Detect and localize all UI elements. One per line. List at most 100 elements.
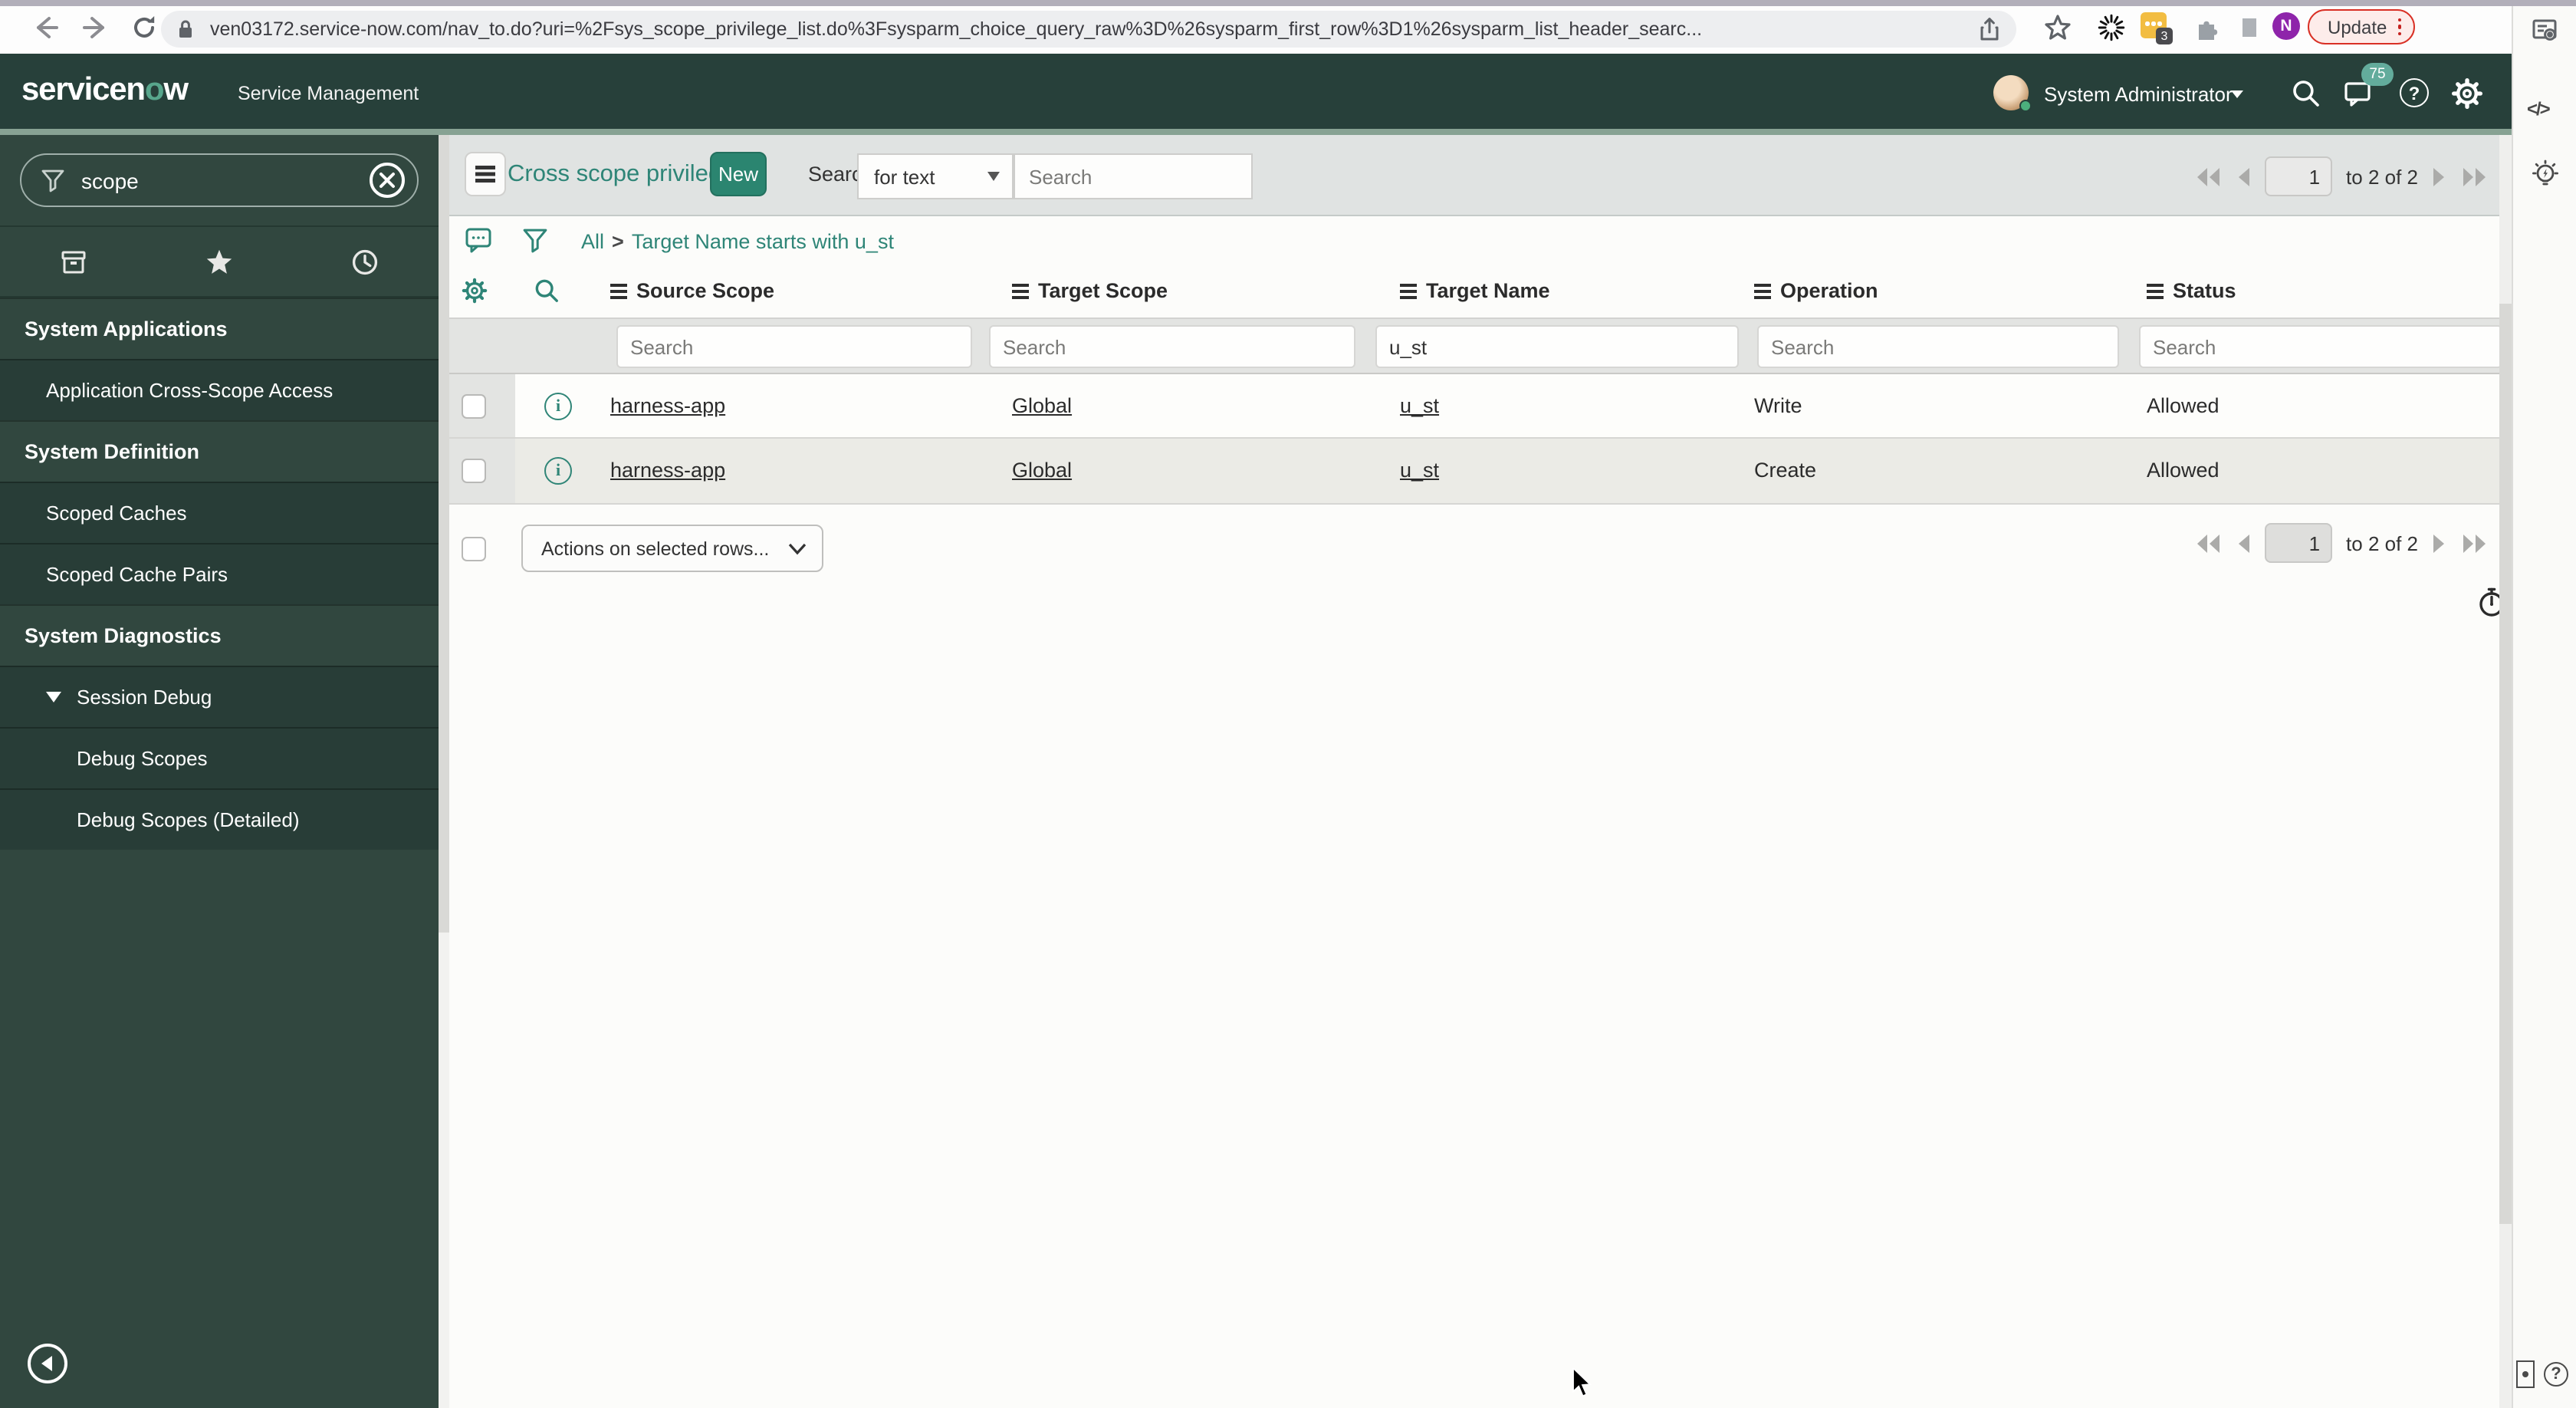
actions-on-selected-rows-select[interactable]: Actions on selected rows... (521, 525, 823, 572)
collapse-navigator-button[interactable] (28, 1344, 67, 1383)
tab-favorites[interactable] (146, 227, 293, 296)
cell-target-scope-link[interactable]: Global (1012, 459, 1072, 482)
nav-module-session-debug[interactable]: Session Debug (0, 666, 439, 727)
global-search-icon[interactable] (2291, 78, 2321, 109)
filter-input-source-scope[interactable] (616, 325, 972, 368)
cell-source-scope-link[interactable]: harness-app (610, 459, 725, 482)
url-input[interactable] (207, 17, 1978, 41)
filter-input-operation[interactable] (1757, 325, 2119, 368)
next-page-button[interactable] (2432, 166, 2447, 186)
cell-operation: Write (1754, 394, 1802, 417)
list-scrollbar-thumb[interactable] (2499, 304, 2512, 1224)
list-controls-menu-button[interactable] (465, 152, 506, 196)
scroll-handle-icon[interactable] (2516, 1360, 2535, 1388)
row-range-label: to 2 of 2 (2346, 531, 2418, 554)
browser-back-button[interactable] (31, 12, 61, 43)
extension-notes-icon[interactable]: 3 (2141, 12, 2173, 44)
column-menu-icon[interactable] (610, 283, 627, 298)
page-row-input[interactable] (2265, 523, 2333, 563)
tab-all-applications[interactable] (0, 227, 146, 296)
browser-profile-avatar[interactable]: N (2272, 12, 2300, 40)
navigator-filter-input[interactable] (78, 166, 370, 194)
previous-page-button[interactable] (2236, 166, 2251, 186)
column-header-target-scope[interactable]: Target Scope (1012, 279, 1168, 302)
browser-reload-button[interactable] (129, 12, 159, 43)
address-bar[interactable] (161, 11, 2016, 48)
select-all-checkbox[interactable] (462, 537, 486, 561)
last-page-button[interactable] (2461, 533, 2487, 553)
navigator-scrollbar[interactable] (439, 135, 449, 1408)
first-page-button[interactable] (2196, 166, 2222, 186)
filter-input-target-name[interactable] (1375, 325, 1739, 368)
last-page-button[interactable] (2461, 166, 2487, 186)
column-header-source-scope[interactable]: Source Scope (610, 279, 774, 302)
cell-target-scope-link[interactable]: Global (1012, 394, 1072, 417)
cell-target-name-link[interactable]: u_st (1400, 394, 1439, 417)
product-name: Service Management (238, 83, 419, 104)
column-menu-icon[interactable] (2147, 283, 2164, 298)
cell-source-scope-link[interactable]: harness-app (610, 394, 725, 417)
nav-app-system-diagnostics[interactable]: System Diagnostics (0, 604, 439, 666)
filter-icon[interactable] (523, 227, 547, 255)
user-menu-caret-icon[interactable] (2231, 90, 2243, 98)
list-chat-icon[interactable] (465, 227, 492, 255)
page-row-input[interactable] (2265, 156, 2333, 196)
filter-input-target-scope[interactable] (989, 325, 1355, 368)
record-preview-icon[interactable]: i (544, 457, 572, 485)
breadcrumb-all-link[interactable]: All (581, 229, 604, 252)
nav-module-application-cross-scope-access[interactable]: Application Cross-Scope Access (0, 359, 439, 420)
reading-list-panel-icon[interactable] (2530, 15, 2561, 46)
tab-history[interactable] (292, 227, 439, 296)
nav-module-scoped-caches[interactable]: Scoped Caches (0, 482, 439, 543)
extensions-puzzle-icon[interactable] (2193, 14, 2220, 41)
filter-input-status[interactable] (2139, 325, 2502, 368)
cell-target-name-link[interactable]: u_st (1400, 459, 1439, 482)
column-header-row: Source Scope Target Scope Target Name Op… (449, 265, 2499, 317)
nav-module-scoped-cache-pairs[interactable]: Scoped Cache Pairs (0, 543, 439, 604)
page-help-icon[interactable]: ? (2544, 1362, 2568, 1387)
row-checkbox[interactable] (462, 394, 486, 419)
navigator-scrollbar-thumb[interactable] (439, 135, 449, 933)
browser-forward-button[interactable] (80, 12, 110, 43)
first-page-button[interactable] (2196, 533, 2222, 553)
column-header-operation[interactable]: Operation (1754, 279, 1878, 302)
list-scrollbar[interactable] (2499, 135, 2512, 1408)
column-header-target-name[interactable]: Target Name (1400, 279, 1550, 302)
column-menu-icon[interactable] (1012, 283, 1029, 298)
clear-filter-icon[interactable] (370, 163, 405, 198)
servicenow-logo[interactable]: servicenow (21, 72, 189, 109)
personalize-list-gear-icon[interactable] (462, 278, 488, 304)
browser-update-button[interactable]: Update (2308, 9, 2416, 44)
column-menu-icon[interactable] (1754, 283, 1771, 298)
help-icon[interactable]: ? (2400, 78, 2429, 107)
user-menu[interactable]: System Administrator (2044, 83, 2233, 106)
user-avatar[interactable] (1993, 75, 2032, 112)
column-header-status[interactable]: Status (2147, 279, 2236, 302)
nav-app-system-applications[interactable]: System Applications (0, 298, 439, 359)
row-checkbox[interactable] (462, 459, 486, 483)
idea-lightbulb-icon[interactable] (2530, 160, 2561, 190)
extension-spinner-icon[interactable] (2098, 14, 2125, 41)
side-panel-toggle-icon[interactable] (2236, 14, 2263, 41)
previous-page-button[interactable] (2236, 533, 2251, 553)
column-menu-icon[interactable] (1400, 283, 1417, 298)
record-preview-icon[interactable]: i (544, 393, 572, 420)
bookmark-star-icon[interactable] (2042, 12, 2073, 43)
expanded-caret-icon[interactable] (46, 692, 61, 702)
breadcrumb-filter-link[interactable]: Target Name starts with u_st (632, 229, 894, 252)
navigator-filter[interactable] (20, 153, 419, 207)
chevron-down-icon (788, 542, 807, 554)
settings-gear-icon[interactable] (2452, 78, 2482, 109)
search-type-select[interactable]: for text (857, 153, 1014, 199)
new-record-button[interactable]: New (710, 152, 767, 196)
code-console-icon[interactable]: </> (2527, 98, 2558, 129)
nav-module-debug-scopes[interactable]: Debug Scopes (0, 727, 439, 788)
nav-module-debug-scopes-detailed[interactable]: Debug Scopes (Detailed) (0, 788, 439, 850)
list-search-input[interactable] (1014, 153, 1253, 199)
column-search-toggle-icon[interactable] (534, 278, 560, 304)
next-page-button[interactable] (2432, 533, 2447, 553)
share-icon[interactable] (1978, 17, 2001, 41)
navigator-menu: System Applications Application Cross-Sc… (0, 298, 439, 850)
browser-menu-kebab-icon[interactable] (2397, 18, 2402, 36)
nav-app-system-definition[interactable]: System Definition (0, 420, 439, 482)
